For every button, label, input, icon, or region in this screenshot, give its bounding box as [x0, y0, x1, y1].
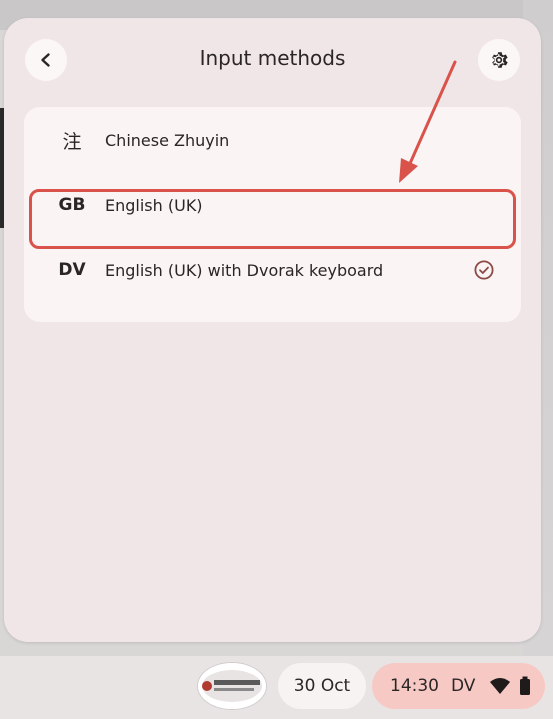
list-item-english-uk-dvorak[interactable]: DV English (UK) with Dvorak keyboard: [24, 241, 521, 299]
ime-label: Chinese Zhuyin: [105, 130, 230, 150]
ime-label: English (UK): [105, 195, 203, 215]
school-logo-icon: [198, 663, 266, 709]
wifi-icon: [490, 678, 511, 694]
ime-indicator: DV: [451, 676, 476, 696]
input-methods-list: 注 Chinese Zhuyin GB English (UK) DV Engl…: [24, 107, 521, 322]
ime-code: GB: [58, 195, 86, 215]
check-circle-icon: [473, 259, 495, 281]
gear-icon: [492, 52, 508, 68]
ime-label: English (UK) with Dvorak keyboard: [105, 260, 384, 280]
input-methods-panel: Input methods 注 Chinese Zhuyin GB Englis…: [4, 18, 541, 642]
ime-code: DV: [58, 260, 86, 280]
settings-button[interactable]: [478, 39, 520, 81]
list-item-english-uk[interactable]: GB English (UK): [24, 176, 521, 234]
page-title: Input methods: [199, 46, 346, 70]
status-tray-button[interactable]: 14:30 DV: [372, 663, 545, 709]
app-thumbnail[interactable]: [198, 663, 266, 709]
date-tray-button[interactable]: 30 Oct: [278, 663, 366, 709]
list-item-chinese-zhuyin[interactable]: 注 Chinese Zhuyin: [24, 111, 521, 169]
clock-label: 14:30: [390, 676, 439, 696]
ime-code: 注: [62, 130, 82, 153]
battery-icon: [520, 676, 531, 695]
date-label: 30 Oct: [293, 676, 351, 696]
